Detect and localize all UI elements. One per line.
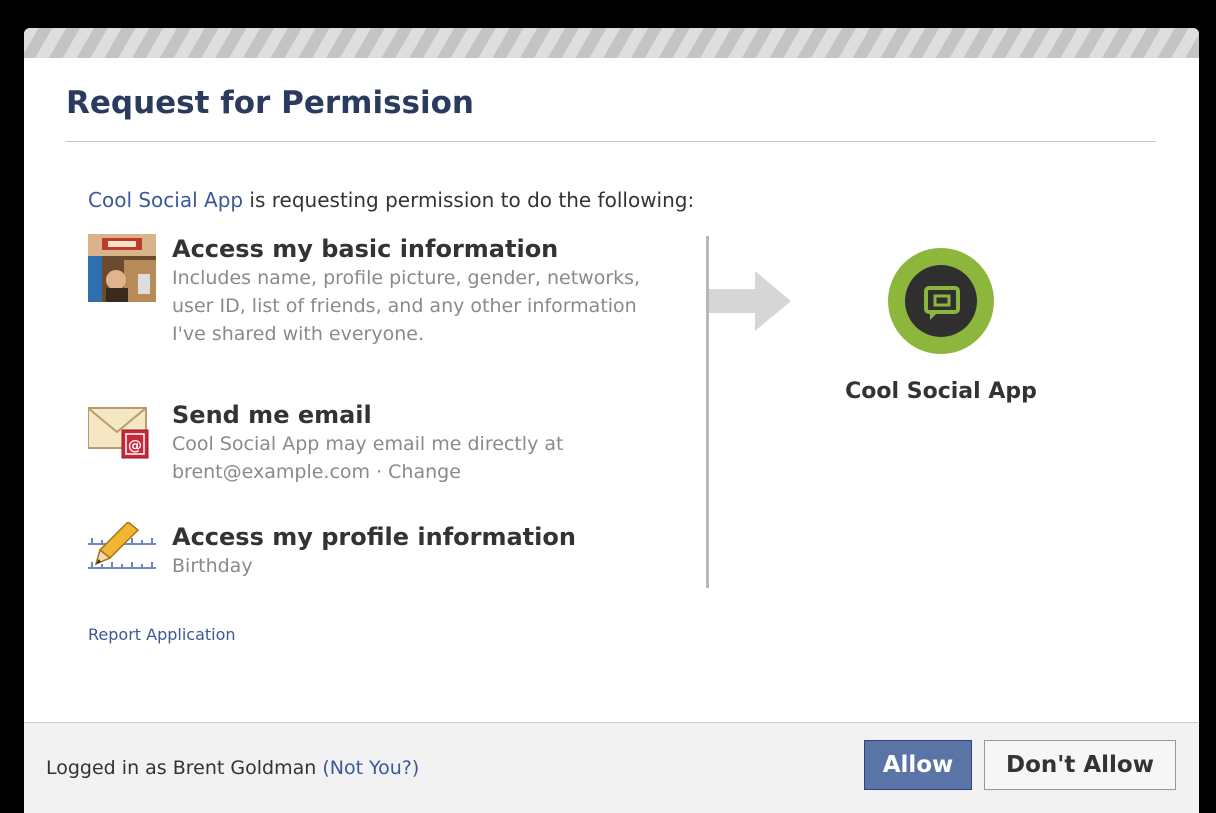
pencil-ruler-icon [88, 522, 156, 569]
app-name-link[interactable]: Cool Social App [88, 188, 243, 212]
email-description-text: Cool Social App may email me directly at… [172, 433, 564, 483]
dont-allow-button[interactable]: Don't Allow [984, 740, 1176, 790]
app-logo-icon [888, 248, 994, 354]
dialog-header-stripe [24, 28, 1199, 58]
dialog-title: Request for Permission [66, 85, 474, 121]
profile-photo-icon [88, 234, 156, 302]
dialog-footer: Logged in as Brent Goldman (Not You?) Al… [24, 722, 1199, 813]
permission-description: Cool Social App may email me directly at… [172, 430, 652, 486]
report-application-link[interactable]: Report Application [88, 625, 236, 644]
permission-dialog: Request for Permission Cool Social App i… [24, 28, 1199, 813]
permission-title: Send me email [172, 401, 372, 429]
permission-description: Birthday [172, 555, 253, 577]
intro-text: is requesting permission to do the follo… [243, 188, 695, 212]
permission-intro: Cool Social App is requesting permission… [88, 188, 694, 212]
logged-in-status: Logged in as Brent Goldman (Not You?) [46, 757, 419, 779]
not-you-link[interactable]: (Not You?) [322, 757, 419, 779]
email-envelope-icon: @ [88, 407, 149, 459]
svg-text:@: @ [128, 438, 142, 454]
allow-button[interactable]: Allow [864, 740, 972, 790]
logged-in-text: Logged in as Brent Goldman [46, 757, 323, 779]
permission-title: Access my basic information [172, 235, 559, 263]
permission-description: Includes name, profile picture, gender, … [172, 267, 641, 345]
arrow-right-icon [709, 271, 791, 331]
permission-title: Access my profile information [172, 523, 576, 551]
change-email-link[interactable]: Change [388, 461, 461, 483]
app-name: Cool Social App [845, 379, 1037, 404]
title-divider [66, 141, 1156, 142]
